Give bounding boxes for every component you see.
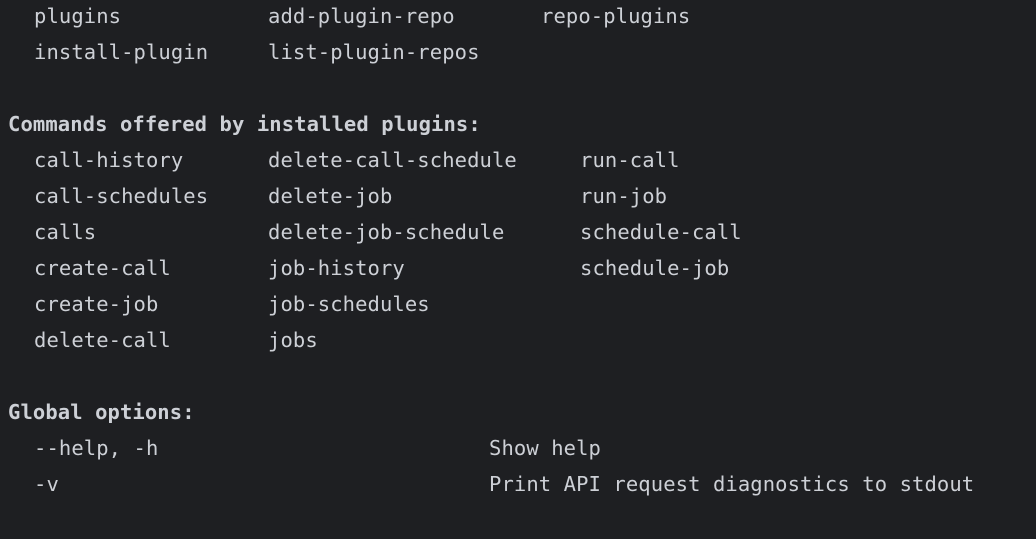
- global-options-heading: Global options:: [8, 400, 195, 424]
- option-flag: -v: [34, 472, 59, 496]
- command-item: delete-call-schedule: [268, 148, 517, 172]
- command-item: calls: [34, 220, 97, 244]
- command-item: job-schedules: [268, 292, 430, 316]
- command-row: calls delete-job-schedule schedule-call: [0, 214, 742, 250]
- command-item: repo-plugins: [541, 4, 691, 28]
- option-row: -v Print API request diagnostics to stdo…: [0, 466, 974, 502]
- command-item: delete-call: [34, 328, 171, 352]
- option-flag: --help, -h: [34, 436, 159, 460]
- command-item: job-history: [268, 256, 405, 280]
- command-item: schedule-call: [580, 220, 742, 244]
- command-row: install-plugin list-plugin-repos: [0, 34, 479, 70]
- command-row: plugins add-plugin-repo repo-plugins: [0, 0, 690, 34]
- command-item: create-call: [34, 256, 171, 280]
- command-item: jobs: [268, 328, 318, 352]
- terminal-output: plugins add-plugin-repo repo-plugins ins…: [0, 0, 1036, 539]
- command-row: delete-call jobs: [0, 322, 318, 358]
- command-item: delete-job: [268, 184, 393, 208]
- command-item: call-schedules: [34, 184, 209, 208]
- command-row: create-call job-history schedule-job: [0, 250, 729, 286]
- command-item: run-call: [580, 148, 680, 172]
- command-item: add-plugin-repo: [268, 4, 455, 28]
- command-item: schedule-job: [580, 256, 730, 280]
- option-description: Print API request diagnostics to stdout: [489, 472, 975, 496]
- command-item: run-job: [580, 184, 668, 208]
- command-item: call-history: [34, 148, 184, 172]
- command-row: call-history delete-call-schedule run-ca…: [0, 142, 679, 178]
- command-item: plugins: [34, 4, 122, 28]
- command-item: delete-job-schedule: [268, 220, 505, 244]
- option-row: --help, -h Show help: [0, 430, 601, 466]
- option-description: Show help: [489, 436, 601, 460]
- command-row: call-schedules delete-job run-job: [0, 178, 667, 214]
- plugin-commands-heading: Commands offered by installed plugins:: [8, 112, 481, 136]
- command-row: create-job job-schedules: [0, 286, 430, 322]
- command-item: list-plugin-repos: [268, 40, 480, 64]
- command-item: create-job: [34, 292, 159, 316]
- command-item: install-plugin: [34, 40, 209, 64]
